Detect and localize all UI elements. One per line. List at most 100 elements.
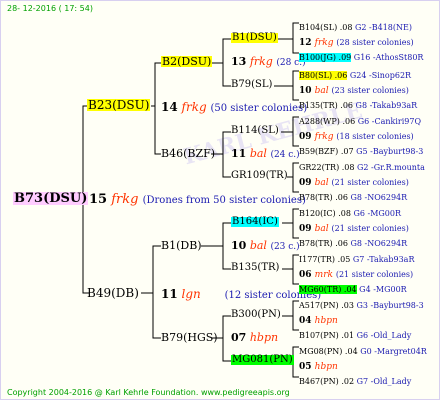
root-num: 15 [89, 192, 108, 207]
gen4-drone-row: 12 frkg (28 sister colonies) [299, 32, 414, 48]
gen4-note: (28 sister colonies) [336, 38, 414, 47]
gen4-grade: G0 -Margret04R [357, 347, 427, 356]
gen4-note: (21 sister colonies) [331, 178, 409, 187]
gen2-num: 10 [231, 239, 247, 252]
gen3-queen[interactable]: GR109(TR) [231, 171, 288, 181]
gen4-queen[interactable]: B78(TR) .06 [299, 239, 348, 248]
gen3-queen[interactable]: MG081(PN) [231, 355, 294, 365]
gen4-note: (21 sister colonies) [331, 224, 409, 233]
gen4-queen-row: A288(WP) .06 G6 -Cankiri97Q [299, 111, 421, 127]
gen3-queen[interactable]: B135(TR) [231, 263, 279, 273]
gen4-drone-row: 09 bal (21 sister colonies) [299, 218, 409, 234]
gen4-queen[interactable]: MG60(TR) .04 [299, 285, 357, 294]
gen4-grade: G7 -Takab93aR [350, 255, 415, 264]
root-drone-line: 15 frkg (Drones from 50 sister colonies) [89, 193, 306, 206]
date-stamp: 28- 12-2016 ( 17: 54) [7, 4, 93, 13]
gen4-drone-row: 06 mrk (21 sister colonies) [299, 264, 413, 280]
gen4-grade: G6 -MG00R [350, 209, 401, 218]
gen1-queen[interactable]: B23(DSU) [87, 99, 151, 111]
gen4-note: (18 sister colonies) [336, 132, 414, 141]
gen4-queen[interactable]: MG08(PN) .04 [299, 347, 358, 356]
gen4-queen-row: B135(TR) .06 G8 -Takab93aR [299, 95, 417, 111]
gen4-queen-row: B59(BZF) .07 G5 -Bayburt98-3 [299, 141, 423, 157]
gen1-drone: lgn [181, 287, 201, 301]
gen1-num: 11 [161, 287, 178, 301]
gen2-drone-line: 10 bal (23 c.) [231, 240, 300, 252]
gen4-grade: G6 -Cankiri97Q [355, 117, 422, 126]
root-queen[interactable]: B73(DSU) [13, 192, 89, 205]
gen2-note: (23 c.) [270, 242, 300, 252]
gen2-queen[interactable]: B2(DSU) [161, 56, 213, 67]
gen2-num: 07 [231, 331, 247, 344]
gen4-queen[interactable]: B59(BZF) .07 [299, 147, 354, 156]
gen4-queen-row: MG08(PN) .04 G0 -Margret04R [299, 341, 427, 357]
gen3-queen[interactable]: B79(SL) [231, 80, 272, 90]
gen4-queen-row: B78(TR) .06 G8 -NO6294R [299, 187, 407, 203]
gen4-grade: G2 -Gr.R.mounta [354, 163, 425, 172]
gen4-queen-row: B120(IC) .08 G6 -MG00R [299, 203, 401, 219]
gen4-note: (21 sister colonies) [335, 270, 414, 279]
gen4-drone-row: 10 bal (23 sister colonies) [299, 80, 409, 96]
gen4-grade: G6 -Old_Lady [354, 331, 412, 340]
gen2-drone-line: 11 bal (24 c.) [231, 148, 300, 160]
gen4-queen[interactable]: B104(SL) .08 [299, 23, 352, 32]
gen1-num: 14 [161, 100, 178, 114]
gen4-queen-row: MG60(TR) .04 G4 -MG00R [299, 279, 407, 295]
gen2-drone: bal [249, 147, 267, 160]
gen4-drone-row: 09 frkg (18 sister colonies) [299, 126, 414, 142]
gen3-queen[interactable]: B300(PN) [231, 310, 281, 320]
root-drone: frkg [111, 192, 139, 207]
gen2-num: 13 [231, 55, 247, 68]
gen2-queen[interactable]: B79(HGS) [161, 332, 218, 343]
gen4-grade: G24 -Sinop62R [347, 71, 412, 80]
gen4-queen[interactable]: I177(TR) .05 [299, 255, 350, 264]
gen4-queen-row: B100(JG) .09 G16 -AthosSt80R [299, 47, 423, 63]
gen2-drone-line: 13 frkg (28 c.) [231, 56, 306, 68]
gen3-queen[interactable]: B164(IC) [231, 217, 279, 227]
gen4-grade: G7 -Old_Lady [354, 377, 412, 386]
gen4-queen-row: I177(TR) .05 G7 -Takab93aR [299, 249, 414, 265]
gen4-queen[interactable]: B120(IC) .08 [299, 209, 351, 218]
gen4-queen-row: A517(PN) .03 G3 -Bayburt98-3 [299, 295, 424, 311]
gen2-drone-line: 07 hbpn [231, 332, 278, 343]
gen2-num: 11 [231, 147, 247, 160]
gen4-note: (23 sister colonies) [331, 86, 409, 95]
gen2-note: (24 c.) [270, 150, 300, 160]
gen4-queen[interactable]: A517(PN) .03 [299, 301, 354, 310]
gen4-queen-row: B467(PN) .02 G7 -Old_Lady [299, 371, 411, 387]
gen4-queen[interactable]: B78(TR) .06 [299, 193, 348, 202]
gen4-grade: G16 -AthosSt80R [351, 53, 424, 62]
gen4-grade: G4 -MG00R [356, 285, 407, 294]
gen4-queen[interactable]: B467(PN) .02 [299, 377, 354, 386]
gen4-queen[interactable]: B100(JG) .09 [299, 53, 352, 62]
gen4-queen[interactable]: B80(SL) .06 [299, 71, 348, 80]
gen3-queen[interactable]: B114(SL) [231, 126, 279, 136]
root-note: (Drones from 50 sister colonies) [142, 195, 306, 206]
gen4-queen[interactable]: B135(TR) .06 [299, 101, 353, 110]
gen3-queen[interactable]: B1(DSU) [231, 33, 278, 43]
gen4-queen[interactable]: A288(WP) .06 [299, 117, 355, 126]
gen4-queen-row: B107(PN) .01 G6 -Old_Lady [299, 325, 411, 341]
gen4-drone-row: 04 hbpn [299, 310, 338, 326]
gen4-queen-row: GR22(TR) .08 G2 -Gr.R.mounta [299, 157, 425, 173]
gen2-drone: hbpn [249, 331, 279, 344]
gen1-note: (50 sister colonies) [210, 103, 308, 114]
copyright-footer: Copyright 2004-2016 @ Karl Kehrle Founda… [7, 388, 290, 397]
gen1-queen[interactable]: B49(DB) [87, 287, 139, 299]
gen4-grade: G2 -B418(NE) [352, 23, 412, 32]
gen4-queen-row: B80(SL) .06 G24 -Sinop62R [299, 65, 411, 81]
gen1-drone-line: 11 lgn (12 sister colonies) [161, 288, 321, 301]
gen1-drone: frkg [181, 100, 207, 114]
gen4-queen-row: B104(SL) .08 G2 -B418(NE) [299, 17, 412, 33]
gen4-grade: G8 -Takab93aR [353, 101, 418, 110]
pedigree-chart: KARL KEHRLE 28- 12-2016 (17: 54) Copyri… [0, 0, 440, 400]
gen4-queen[interactable]: B107(PN) .01 [299, 331, 354, 340]
gen2-drone: frkg [249, 55, 273, 68]
gen4-grade: G8 -NO6294R [347, 193, 408, 202]
gen2-queen[interactable]: B46(BZF) [161, 148, 215, 159]
gen2-queen[interactable]: B1(DB) [161, 240, 202, 251]
gen4-grade: G5 -Bayburt98-3 [353, 147, 424, 156]
gen4-grade: G8 -NO6294R [347, 239, 408, 248]
gen4-grade: G3 -Bayburt98-3 [353, 301, 424, 310]
gen4-queen[interactable]: GR22(TR) .08 [299, 163, 354, 172]
